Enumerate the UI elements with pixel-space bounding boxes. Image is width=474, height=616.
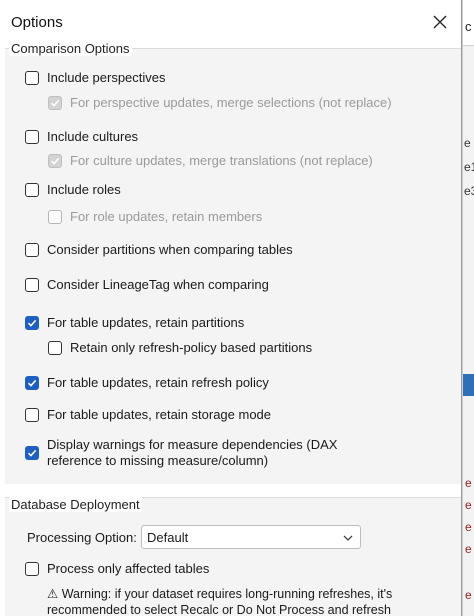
background-fragment: e1: [464, 160, 474, 174]
background-fragment: e: [464, 136, 471, 150]
warning-icon: ⚠: [47, 587, 62, 601]
comparison-options-legend: Comparison Options: [9, 41, 132, 56]
database-deployment-legend: Database Deployment: [9, 497, 142, 512]
display-warnings-label-line2: reference to missing measure/column): [47, 453, 269, 468]
background-fragment: e: [465, 498, 472, 512]
retain-storage-mode-label: For table updates, retain storage mode: [47, 407, 272, 422]
culture-merge-checkbox[interactable]: [48, 154, 62, 168]
chevron-down-icon: [343, 535, 353, 541]
consider-partitions-row[interactable]: Consider partitions when comparing table…: [25, 242, 293, 258]
close-button[interactable]: [426, 8, 454, 36]
retain-storage-mode-row[interactable]: For table updates, retain storage mode: [25, 407, 271, 423]
retain-partitions-label: For table updates, retain partitions: [47, 315, 245, 330]
consider-partitions-label: Consider partitions when comparing table…: [47, 242, 293, 257]
display-warnings-checkbox[interactable]: [25, 446, 39, 460]
perspective-merge-checkbox[interactable]: [48, 96, 62, 110]
retain-storage-mode-checkbox[interactable]: [25, 408, 39, 422]
checkmark-icon: [50, 99, 60, 107]
title-bar: Options: [0, 0, 461, 42]
role-retain-checkbox[interactable]: [48, 210, 62, 224]
consider-partitions-checkbox[interactable]: [25, 243, 39, 257]
background-fragment: e: [465, 588, 472, 602]
role-retain-label: For role updates, retain members: [70, 209, 263, 224]
include-roles-label: Include roles: [47, 182, 121, 197]
include-cultures-row[interactable]: Include cultures: [25, 129, 138, 145]
culture-merge-label: For culture updates, merge translations …: [70, 153, 373, 168]
processing-option-select[interactable]: Default: [141, 525, 361, 549]
consider-lineage-checkbox[interactable]: [25, 278, 39, 292]
retain-refresh-policy-row[interactable]: For table updates, retain refresh policy: [25, 375, 269, 391]
background-selected-row: [463, 374, 474, 396]
process-affected-checkbox[interactable]: [25, 562, 39, 576]
perspective-merge-label: For perspective updates, merge selection…: [70, 95, 392, 110]
background-fragment: e: [465, 542, 472, 556]
include-roles-checkbox[interactable]: [25, 183, 39, 197]
include-roles-row[interactable]: Include roles: [25, 182, 121, 198]
checkmark-icon: [27, 379, 37, 387]
display-warnings-row[interactable]: Display warnings for measure dependencie…: [25, 437, 337, 469]
include-perspectives-row[interactable]: Include perspectives: [25, 70, 166, 86]
display-warnings-label-line1: Display warnings for measure dependencie…: [47, 437, 338, 452]
checkmark-icon: [27, 319, 37, 327]
deployment-warning: ⚠ Warning: if your dataset requires long…: [47, 586, 457, 616]
retain-refresh-policy-label: For table updates, retain refresh policy: [47, 375, 269, 390]
consider-lineage-row[interactable]: Consider LineageTag when comparing: [25, 277, 269, 293]
retain-refresh-only-row[interactable]: Retain only refresh-policy based partiti…: [48, 340, 312, 356]
dialog-title: Options: [11, 14, 63, 31]
background-fragment: e3: [464, 184, 474, 198]
display-warnings-label: Display warnings for measure dependencie…: [47, 437, 337, 469]
warning-line1: Warning: if your dataset requires long-r…: [61, 587, 393, 601]
processing-option-label: Processing Option:: [27, 530, 137, 545]
checkmark-icon: [50, 157, 60, 165]
include-cultures-checkbox[interactable]: [25, 130, 39, 144]
checkmark-icon: [27, 449, 37, 457]
perspective-merge-row[interactable]: For perspective updates, merge selection…: [48, 95, 392, 111]
retain-partitions-row[interactable]: For table updates, retain partitions: [25, 315, 244, 331]
processing-option-value: Default: [147, 530, 189, 545]
consider-lineage-label: Consider LineageTag when comparing: [47, 277, 269, 292]
culture-merge-row[interactable]: For culture updates, merge translations …: [48, 153, 373, 169]
warning-line2: recommended to select Recalc or Do Not P…: [47, 603, 391, 616]
role-retain-row[interactable]: For role updates, retain members: [48, 209, 262, 225]
options-dialog: Options Comparison Options Include persp…: [0, 0, 462, 616]
background-window: c e e1 e3 e e e e e: [462, 0, 474, 616]
include-perspectives-checkbox[interactable]: [25, 71, 39, 85]
include-perspectives-label: Include perspectives: [47, 70, 166, 85]
include-cultures-label: Include cultures: [47, 129, 139, 144]
background-fragment: e: [465, 476, 472, 490]
retain-refresh-only-label: Retain only refresh-policy based partiti…: [70, 340, 313, 355]
process-affected-row[interactable]: Process only affected tables: [25, 561, 209, 577]
background-fragment: e: [465, 520, 472, 534]
close-icon: [433, 15, 447, 29]
retain-refresh-policy-checkbox[interactable]: [25, 376, 39, 390]
background-fragment: c: [465, 19, 472, 34]
process-affected-label: Process only affected tables: [47, 561, 210, 576]
retain-refresh-only-checkbox[interactable]: [48, 341, 62, 355]
retain-partitions-checkbox[interactable]: [25, 316, 39, 330]
